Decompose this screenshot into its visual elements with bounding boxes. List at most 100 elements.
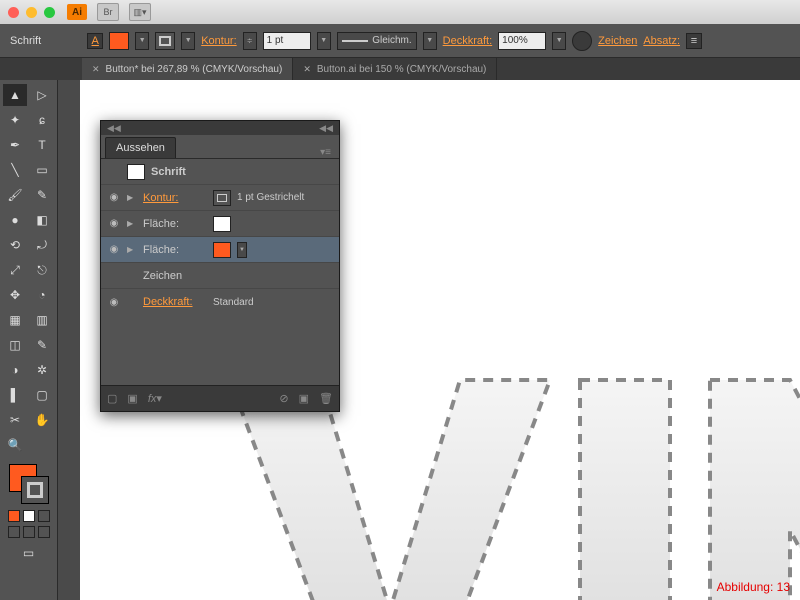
panel-collapse-left-icon[interactable]: ◀◀: [107, 123, 121, 134]
clear-appearance-icon[interactable]: ⊘: [279, 392, 288, 405]
hand-tool[interactable]: ✋: [30, 409, 54, 431]
maximize-window-icon[interactable]: [44, 7, 55, 18]
duplicate-item-icon[interactable]: ▣: [299, 392, 309, 405]
appearance-row-type[interactable]: Schrift: [101, 159, 339, 185]
stroke-swatch[interactable]: [213, 190, 231, 206]
eyedropper-tool[interactable]: ✎: [30, 334, 54, 356]
delete-item-icon[interactable]: 🗑: [319, 392, 333, 405]
visibility-toggle-icon[interactable]: ◉: [107, 218, 121, 229]
minimize-window-icon[interactable]: [26, 7, 37, 18]
fill-swatch[interactable]: [213, 216, 231, 232]
appearance-row-fill-1[interactable]: ◉ ▶ Fläche:: [101, 211, 339, 237]
draw-inside-icon[interactable]: [38, 526, 50, 538]
draw-behind-icon[interactable]: [23, 526, 35, 538]
document-tab-inactive[interactable]: ✕ Button.ai bei 150 % (CMYK/Vorschau): [293, 58, 497, 80]
swatch-dropdown[interactable]: ▼: [237, 242, 247, 258]
fill-swatch[interactable]: [213, 242, 231, 258]
appearance-row-stroke[interactable]: ◉ ▶ Kontur: 1 pt Gestrichelt: [101, 185, 339, 211]
recolor-button[interactable]: [572, 31, 592, 51]
color-mode-icon[interactable]: [8, 510, 20, 522]
stroke-box[interactable]: [21, 476, 49, 504]
blend-tool[interactable]: ◑: [3, 359, 27, 381]
add-fill-icon[interactable]: ▣: [127, 392, 137, 405]
kontur-label[interactable]: Kontur:: [201, 35, 236, 47]
appearance-row-opacity[interactable]: ◉ Deckkraft: Standard: [101, 289, 339, 315]
blob-brush-tool[interactable]: ●: [3, 209, 27, 231]
artboard-tool[interactable]: ▢: [30, 384, 54, 406]
magic-wand-tool[interactable]: ✦: [3, 109, 27, 131]
eraser-tool[interactable]: ◧: [30, 209, 54, 231]
width-tool[interactable]: ⎋: [30, 259, 54, 281]
reflect-tool[interactable]: ⤾: [30, 234, 54, 256]
opacity-input[interactable]: [498, 32, 546, 50]
panel-grip[interactable]: ◀◀ ◀◀: [101, 121, 339, 135]
document-tab-active[interactable]: ✕ Button* bei 267,89 % (CMYK/Vorschau): [82, 58, 293, 80]
disclosure-icon[interactable]: ▶: [127, 245, 137, 254]
paintbrush-tool[interactable]: 🖌: [3, 184, 27, 206]
align-left-icon[interactable]: ≡: [686, 33, 702, 49]
slice-tool[interactable]: ✂: [3, 409, 27, 431]
rotate-tool[interactable]: ⟲: [3, 234, 27, 256]
row-label[interactable]: Deckkraft:: [143, 296, 207, 308]
add-stroke-icon[interactable]: ▢: [107, 392, 117, 405]
gradient-mode-icon[interactable]: [23, 510, 35, 522]
none-mode-icon[interactable]: [38, 510, 50, 522]
bridge-button[interactable]: Br: [97, 3, 119, 21]
panel-tab-appearance[interactable]: Aussehen: [105, 137, 176, 158]
row-label[interactable]: Kontur:: [143, 192, 207, 204]
visibility-toggle-icon[interactable]: ◉: [107, 244, 121, 255]
arrange-documents-button[interactable]: ▥▾: [129, 3, 151, 21]
stroke-profile-caret[interactable]: ▼: [423, 32, 437, 50]
zoom-tool[interactable]: 🔍: [3, 434, 27, 456]
opacity-dropdown[interactable]: ▼: [552, 32, 566, 50]
symbol-sprayer-tool[interactable]: ✲: [30, 359, 54, 381]
line-tool[interactable]: ╲: [3, 159, 27, 181]
stroke-weight-input[interactable]: [263, 32, 311, 50]
perspective-tool[interactable]: ▦: [3, 309, 27, 331]
column-graph-tool[interactable]: ▌: [3, 384, 27, 406]
traffic-lights: [8, 7, 55, 18]
tab-close-icon[interactable]: ✕: [303, 64, 311, 75]
fill-dropdown[interactable]: ▼: [135, 32, 149, 50]
draw-normal-icon[interactable]: [8, 526, 20, 538]
fill-stroke-control[interactable]: [7, 462, 51, 506]
pen-tool[interactable]: ✒: [3, 134, 27, 156]
context-label: Schrift: [8, 35, 41, 47]
rectangle-tool[interactable]: ▭: [30, 159, 54, 181]
pencil-tool[interactable]: ✎: [30, 184, 54, 206]
mesh-tool[interactable]: ▥: [30, 309, 54, 331]
fill-swatch[interactable]: [109, 32, 129, 50]
screen-mode-button[interactable]: ▭: [17, 542, 41, 564]
disclosure-icon[interactable]: ▶: [127, 193, 137, 202]
row-label: Schrift: [151, 166, 215, 178]
window-titlebar: Ai Br ▥▾: [0, 0, 800, 24]
visibility-toggle-icon[interactable]: ◉: [107, 297, 121, 308]
stroke-swatch[interactable]: [155, 32, 175, 50]
close-window-icon[interactable]: [8, 7, 19, 18]
free-transform-tool[interactable]: ✥: [3, 284, 27, 306]
stroke-weight-stepper[interactable]: ≑: [243, 32, 257, 50]
add-effect-button[interactable]: fx▾: [148, 392, 162, 405]
opacity-label[interactable]: Deckkraft:: [443, 35, 493, 47]
stroke-dropdown[interactable]: ▼: [181, 32, 195, 50]
scale-tool[interactable]: ⤢: [3, 259, 27, 281]
gradient-tool[interactable]: ◫: [3, 334, 27, 356]
panel-menu-icon[interactable]: ▾≡: [320, 147, 335, 158]
selection-tool[interactable]: ▲: [3, 84, 27, 106]
panel-collapse-right-icon[interactable]: ◀◀: [319, 123, 333, 134]
disclosure-icon[interactable]: ▶: [127, 219, 137, 228]
appearance-row-characters[interactable]: Zeichen: [101, 263, 339, 289]
line-sample-icon: [342, 40, 369, 42]
absatz-link[interactable]: Absatz:: [643, 35, 680, 47]
tab-close-icon[interactable]: ✕: [92, 64, 100, 75]
shape-builder-tool[interactable]: ◔: [30, 284, 54, 306]
visibility-toggle-icon[interactable]: ◉: [107, 192, 121, 203]
direct-selection-tool[interactable]: ▷: [30, 84, 54, 106]
stroke-profile-dropdown[interactable]: Gleichm.: [337, 32, 417, 50]
row-value: Standard: [213, 297, 254, 308]
type-tool[interactable]: T: [30, 134, 54, 156]
stroke-weight-dropdown[interactable]: ▼: [317, 32, 331, 50]
appearance-row-fill-2[interactable]: ◉ ▶ Fläche: ▼: [101, 237, 339, 263]
lasso-tool[interactable]: ɕ: [30, 109, 54, 131]
zeichen-link[interactable]: Zeichen: [598, 35, 637, 47]
